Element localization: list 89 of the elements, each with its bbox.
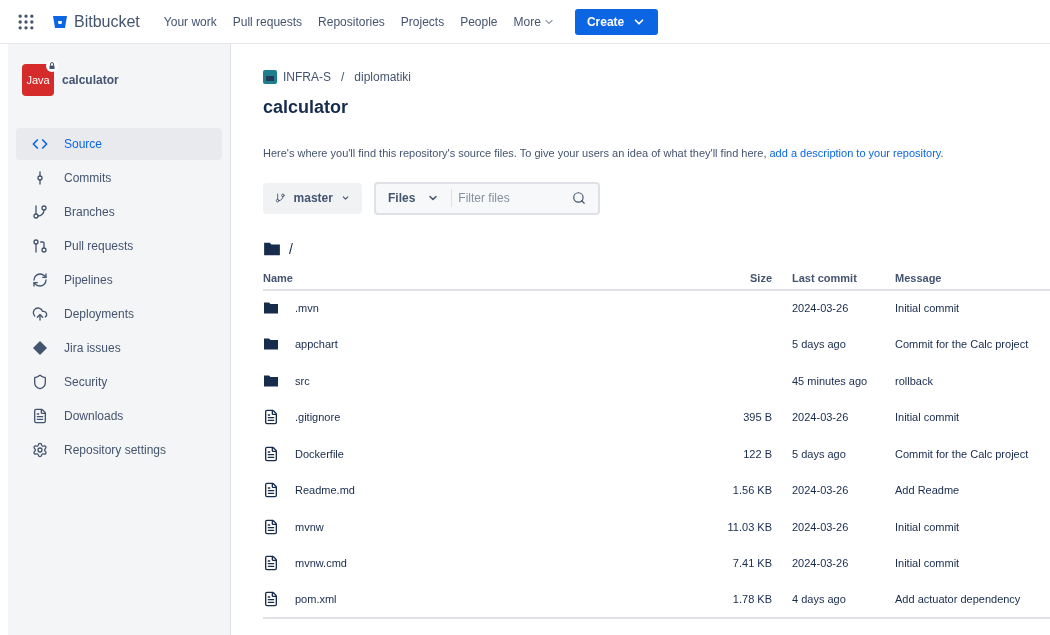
- file-size: 122 B: [743, 447, 772, 460]
- file-icon: [263, 555, 279, 572]
- sidebar-item[interactable]: Downloads: [16, 400, 222, 432]
- settings-icon: [32, 442, 48, 458]
- last-commit-time: 5 days ago: [792, 447, 846, 460]
- folder-icon: [263, 300, 279, 317]
- file-name-link[interactable]: .mvn: [295, 300, 319, 317]
- file-name-link[interactable]: .gitignore: [295, 409, 341, 426]
- current-path: /: [289, 239, 293, 259]
- file-size: 1.56 KB: [732, 484, 772, 496]
- lock-icon: [46, 60, 58, 72]
- file-size: 11.03 KB: [727, 520, 772, 533]
- last-commit-time: 2024-03-26: [792, 411, 849, 423]
- cycle-icon: [32, 272, 48, 288]
- sidebar-item[interactable]: Pipelines: [16, 264, 222, 296]
- file-name-link[interactable]: appchart: [295, 336, 338, 353]
- folder-icon: [263, 336, 279, 353]
- file-size: 1.78 KB: [732, 593, 772, 605]
- sidebar-item[interactable]: Commits: [16, 162, 222, 194]
- commit-message: Initial commit: [895, 520, 960, 533]
- commit-message: Initial commit: [895, 411, 960, 423]
- file-name-link[interactable]: Readme.md: [295, 482, 355, 499]
- file-name-link[interactable]: mvnw.cmd: [295, 555, 347, 572]
- file-icon: [263, 482, 279, 499]
- search-icon[interactable]: [572, 191, 586, 205]
- commit-message: Commit for the Calc project: [895, 338, 1029, 350]
- commit-message: Add Readme: [895, 484, 960, 496]
- sidebar-item[interactable]: Security: [16, 366, 222, 398]
- folder-icon: [263, 240, 281, 258]
- nav-link[interactable]: Repositories: [318, 12, 385, 31]
- diamond-icon: [32, 340, 48, 356]
- column-header: Size: [672, 267, 792, 290]
- project-icon: [263, 70, 277, 84]
- nav-link[interactable]: Projects: [400, 12, 445, 31]
- commit-message: Add actuator dependency: [895, 593, 1021, 605]
- column-header: Message: [895, 267, 1050, 290]
- pull-request-icon: [32, 238, 48, 254]
- breadcrumb-link[interactable]: INFRA-S: [283, 68, 331, 86]
- sidebar-item[interactable]: Source: [16, 128, 222, 160]
- branch-icon: [275, 191, 286, 205]
- repo-name: calculator: [62, 72, 119, 89]
- branch-selector[interactable]: master: [263, 182, 362, 214]
- last-commit-time: 2024-03-26: [792, 557, 849, 569]
- file-name-link[interactable]: Dockerfile: [295, 445, 344, 462]
- product-name[interactable]: Bitbucket: [74, 9, 140, 34]
- sidebar-item[interactable]: Pull requests: [16, 230, 222, 262]
- description-link[interactable]: add a description to your repository: [769, 147, 941, 159]
- file-name-link[interactable]: src: [295, 372, 310, 389]
- file-size: 395 B: [743, 411, 772, 423]
- nav-link[interactable]: Pull requests: [232, 12, 303, 31]
- last-commit-time: 45 minutes ago: [792, 374, 868, 387]
- sidebar-item[interactable]: Repository settings: [16, 434, 222, 466]
- document-icon: [32, 408, 48, 424]
- cloud-upload-icon: [32, 306, 48, 322]
- last-commit-time: 2024-03-26: [792, 520, 849, 533]
- code-icon: [32, 136, 48, 152]
- file-icon: [263, 409, 279, 426]
- sidebar-item[interactable]: Deployments: [16, 298, 222, 330]
- file-icon: [263, 591, 279, 608]
- create-button[interactable]: Create: [574, 8, 659, 35]
- bucket-logo-icon: [52, 13, 68, 30]
- file-size: 7.41 KB: [732, 557, 772, 569]
- breadcrumb-separator: /: [341, 69, 345, 86]
- page-title: calculator: [263, 96, 350, 119]
- commit-message: Commit for the Calc project: [895, 447, 1029, 460]
- branch-icon: [32, 204, 48, 220]
- last-commit-time: 2024-03-26: [792, 302, 849, 314]
- commit-message: rollback: [895, 374, 933, 387]
- file-name-link[interactable]: mvnw: [295, 518, 324, 535]
- more-menu[interactable]: More: [513, 12, 555, 31]
- breadcrumb-link[interactable]: diplomatiki: [354, 68, 412, 86]
- last-commit-time: 2024-03-26: [792, 484, 849, 496]
- filter-field[interactable]: Files Filter files: [374, 181, 600, 215]
- column-header: Name: [263, 267, 672, 290]
- file-icon: [263, 445, 279, 462]
- commit-message: Initial commit: [895, 557, 960, 569]
- sidebar-item[interactable]: Jira issues: [16, 332, 222, 364]
- last-commit-time: 5 days ago: [792, 338, 846, 350]
- nav-link[interactable]: Your work: [163, 12, 217, 31]
- last-commit-time: 4 days ago: [792, 593, 846, 605]
- shield-icon: [32, 374, 48, 390]
- sidebar-item[interactable]: Branches: [16, 196, 222, 228]
- nav-link[interactable]: People: [460, 12, 498, 31]
- repo-avatar: Java: [22, 64, 54, 96]
- file-name-link[interactable]: pom.xml: [295, 591, 337, 608]
- column-header: Last commit: [792, 267, 895, 290]
- file-icon: [263, 518, 279, 535]
- commit-message: Initial commit: [895, 302, 960, 314]
- description-text: Here's where you'll find this repository's source files. To give your users an idea of what they'll find here, add a description to your repository.: [263, 146, 945, 161]
